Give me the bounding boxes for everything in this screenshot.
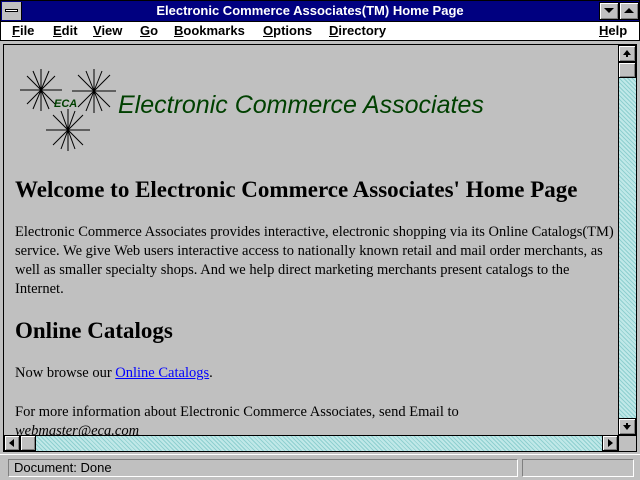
horizontal-scroll-thumb[interactable] — [20, 435, 36, 451]
menu-go[interactable]: Go — [140, 23, 158, 39]
document-frame: ECA Electronic Commerce Associates Welco… — [3, 44, 637, 452]
title-bar: Electronic Commerce Associates(TM) Home … — [0, 0, 640, 22]
menu-options[interactable]: Options — [263, 23, 312, 39]
system-menu-icon — [5, 9, 18, 12]
brand-name: Electronic Commerce Associates — [118, 91, 484, 119]
menu-help[interactable]: Help — [599, 23, 627, 39]
maximize-button[interactable] — [619, 2, 639, 20]
intro-paragraph: Electronic Commerce Associates provides … — [15, 224, 614, 297]
section-heading: Online Catalogs — [15, 318, 173, 343]
email-address: webmaster@eca.com — [15, 423, 140, 435]
arrow-right-icon — [608, 439, 613, 447]
scrollbar-corner — [618, 435, 636, 451]
scroll-down-button[interactable] — [618, 418, 636, 435]
document-view: ECA Electronic Commerce Associates Welco… — [4, 45, 618, 435]
scroll-up-button[interactable] — [618, 45, 636, 62]
menu-bar: File Edit View Go Bookmarks Options Dire… — [0, 22, 640, 41]
online-catalogs-link[interactable]: Online Catalogs — [115, 365, 209, 381]
menu-edit[interactable]: Edit — [53, 23, 78, 39]
horizontal-scrollbar[interactable] — [4, 435, 618, 451]
browse-suffix: . — [209, 365, 213, 381]
status-message: Document: Done — [8, 459, 518, 477]
browse-line: Now browse our Online Catalogs. — [15, 365, 213, 382]
page-heading: Welcome to Electronic Commerce Associate… — [15, 177, 578, 202]
info-paragraph: For more information about Electronic Co… — [15, 403, 615, 435]
info-text: For more information about Electronic Co… — [15, 404, 459, 420]
system-menu-button[interactable] — [2, 2, 22, 20]
browse-prefix: Now browse our — [15, 365, 116, 381]
progress-indicator — [522, 459, 634, 477]
menu-bookmarks[interactable]: Bookmarks — [174, 23, 245, 39]
arrow-up-icon — [623, 50, 631, 57]
menu-view[interactable]: View — [93, 23, 122, 39]
scroll-left-button[interactable] — [4, 435, 20, 451]
vertical-scroll-thumb[interactable] — [618, 62, 636, 78]
menu-directory[interactable]: Directory — [329, 23, 386, 39]
arrow-down-icon — [623, 423, 631, 430]
eca-starburst-logo: ECA — [20, 69, 116, 151]
maximize-icon — [624, 8, 634, 13]
minimize-button[interactable] — [599, 2, 619, 20]
vertical-scrollbar[interactable] — [618, 45, 636, 435]
scroll-right-button[interactable] — [602, 435, 618, 451]
menu-file[interactable]: File — [12, 23, 34, 39]
arrow-left-icon — [9, 439, 14, 447]
minimize-icon — [604, 8, 614, 13]
window-title: Electronic Commerce Associates(TM) Home … — [156, 3, 464, 18]
status-bar: Document: Done — [0, 454, 640, 480]
logo-text: ECA — [54, 98, 77, 110]
